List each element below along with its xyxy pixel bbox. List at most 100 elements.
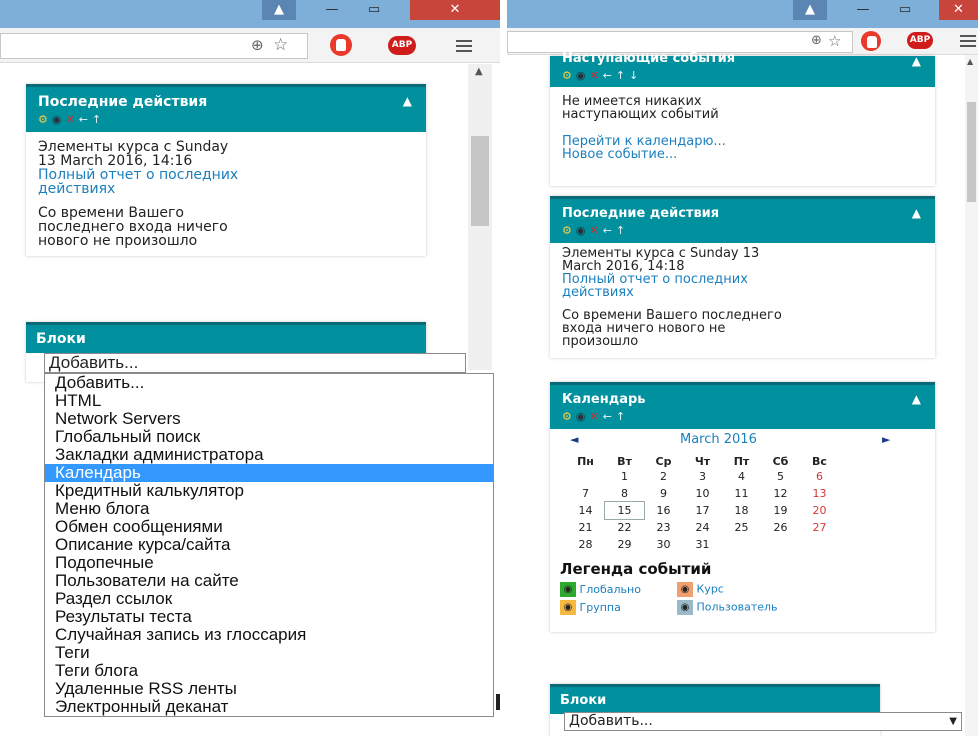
user-event-eye-icon[interactable]: ◉ — [677, 600, 693, 615]
calendar-day[interactable]: 2 — [644, 468, 683, 485]
delete-icon[interactable]: ✕ — [65, 113, 78, 126]
move-left-icon[interactable]: ← — [603, 69, 616, 82]
calendar-day[interactable]: 8 — [605, 485, 644, 502]
restore-button[interactable]: ▭ — [354, 0, 394, 20]
configure-icon[interactable]: ⚙ — [562, 69, 576, 82]
calendar-day[interactable]: 22 — [605, 519, 644, 536]
dropdown-option[interactable]: Электронный деканат — [45, 698, 493, 716]
calendar-day[interactable]: 17 — [683, 502, 722, 519]
next-month-icon[interactable]: ► — [882, 433, 890, 446]
move-left-icon[interactable]: ← — [603, 410, 616, 423]
calendar-day[interactable]: 30 — [644, 536, 683, 553]
dropdown-option[interactable]: Добавить... — [45, 374, 493, 392]
calendar-day[interactable]: 5 — [761, 468, 800, 485]
calendar-day[interactable]: 15 — [604, 501, 645, 520]
address-bar[interactable]: ⊕ ☆ — [0, 33, 308, 59]
calendar-day[interactable]: 27 — [800, 519, 839, 536]
dropdown-arrow-icon[interactable]: ▼ — [949, 713, 957, 730]
dropdown-option[interactable]: Network Servers — [45, 410, 493, 428]
hide-eye-icon[interactable]: ◉ — [52, 113, 66, 126]
configure-icon[interactable]: ⚙ — [562, 410, 576, 423]
dropdown-option[interactable]: Обмен сообщениями — [45, 518, 493, 536]
move-down-icon[interactable]: ↓ — [629, 69, 642, 82]
calendar-day[interactable]: 16 — [644, 502, 683, 519]
scroll-up-icon[interactable]: ▲ — [967, 57, 973, 66]
calendar-day[interactable]: 26 — [761, 519, 800, 536]
new-event-link[interactable]: Новое событие... — [562, 148, 923, 161]
full-report-link[interactable]: Полный отчет о последних действиях — [38, 168, 414, 196]
delete-icon[interactable]: ✕ — [589, 69, 602, 82]
zoom-icon[interactable]: ⊕ — [251, 36, 264, 54]
dropdown-option[interactable]: Теги — [45, 644, 493, 662]
calendar-day[interactable]: 3 — [683, 468, 722, 485]
calendar-day[interactable]: 21 — [566, 519, 605, 536]
collapse-icon[interactable]: ▲ — [912, 54, 921, 68]
scrollbar-thumb[interactable] — [967, 102, 976, 202]
dropdown-option[interactable]: Описание курса/сайта — [45, 536, 493, 554]
collapse-icon[interactable]: ▲ — [912, 206, 921, 220]
dropdown-option[interactable]: Пользователи на сайте — [45, 572, 493, 590]
full-report-link[interactable]: Полный отчет о последних действиях — [562, 273, 923, 299]
prev-month-icon[interactable]: ◄ — [570, 433, 578, 446]
calendar-day[interactable]: 31 — [683, 536, 722, 553]
dropdown-option[interactable]: Удаленные RSS ленты — [45, 680, 493, 698]
move-up-icon[interactable]: ↑ — [616, 69, 629, 82]
calendar-day[interactable]: 20 — [800, 502, 839, 519]
hamburger-menu-icon[interactable] — [960, 35, 976, 50]
adblock-stop-icon[interactable] — [861, 31, 881, 51]
calendar-day[interactable]: 14 — [566, 502, 605, 519]
hide-eye-icon[interactable]: ◉ — [576, 410, 590, 423]
abp-icon[interactable]: ABP — [388, 36, 416, 55]
dropdown-option[interactable]: Случайная запись из глоссария — [45, 626, 493, 644]
dropdown-option[interactable]: Календарь — [45, 464, 493, 482]
delete-icon[interactable]: ✕ — [589, 224, 602, 237]
calendar-month-title[interactable]: March 2016 — [680, 433, 757, 446]
calendar-day[interactable]: 12 — [761, 485, 800, 502]
move-left-icon[interactable]: ← — [79, 113, 92, 126]
minimize-button[interactable]: — — [843, 0, 883, 20]
calendar-day[interactable]: 19 — [761, 502, 800, 519]
collapse-icon[interactable]: ▲ — [912, 392, 921, 406]
dropdown-option[interactable]: Теги блога — [45, 662, 493, 680]
configure-icon[interactable]: ⚙ — [562, 224, 576, 237]
legend-user-link[interactable]: Пользователь — [697, 601, 778, 614]
calendar-day[interactable]: 10 — [683, 485, 722, 502]
address-bar[interactable]: ⊕ ☆ — [507, 31, 853, 53]
move-left-icon[interactable]: ← — [603, 224, 616, 237]
legend-group-link[interactable]: Группа — [580, 601, 674, 614]
add-block-dropdown-list[interactable]: Добавить... HTML Network Servers Глобальный… — [44, 373, 494, 717]
close-button[interactable]: ✕ — [410, 0, 500, 20]
abp-icon[interactable]: ABP — [907, 32, 933, 49]
restore-button[interactable]: ▭ — [885, 0, 925, 20]
calendar-day[interactable]: 23 — [644, 519, 683, 536]
global-event-eye-icon[interactable]: ◉ — [560, 582, 576, 597]
dropdown-option[interactable]: Кредитный калькулятор — [45, 482, 493, 500]
move-up-icon[interactable]: ↑ — [92, 113, 105, 126]
delete-icon[interactable]: ✕ — [589, 410, 602, 423]
star-icon[interactable]: ☆ — [828, 32, 841, 50]
zoom-icon[interactable]: ⊕ — [811, 33, 822, 48]
calendar-day[interactable]: 7 — [566, 485, 605, 502]
hide-eye-icon[interactable]: ◉ — [576, 69, 590, 82]
hamburger-menu-icon[interactable] — [456, 40, 472, 55]
calendar-day[interactable]: 13 — [800, 485, 839, 502]
add-block-select[interactable]: Добавить... — [44, 353, 466, 373]
dropdown-option[interactable]: Подопечные — [45, 554, 493, 572]
window-menu-button[interactable]: ▲ — [793, 0, 827, 20]
minimize-button[interactable]: — — [312, 0, 352, 20]
move-up-icon[interactable]: ↑ — [616, 224, 629, 237]
dropdown-option[interactable]: Раздел ссылок — [45, 590, 493, 608]
scrollbar-thumb[interactable] — [471, 136, 489, 226]
calendar-day[interactable]: 11 — [722, 485, 761, 502]
calendar-day[interactable]: 4 — [722, 468, 761, 485]
adblock-stop-icon[interactable] — [330, 34, 352, 56]
dropdown-option[interactable]: Результаты теста — [45, 608, 493, 626]
legend-course-link[interactable]: Курс — [697, 583, 724, 596]
calendar-day[interactable]: 9 — [644, 485, 683, 502]
calendar-day[interactable]: 6 — [800, 468, 839, 485]
legend-global-link[interactable]: Глобально — [580, 583, 674, 596]
vertical-scrollbar[interactable]: ▲ — [965, 55, 978, 736]
star-icon[interactable]: ☆ — [273, 35, 288, 55]
scroll-up-icon[interactable]: ▲ — [475, 66, 483, 77]
group-event-eye-icon[interactable]: ◉ — [560, 600, 576, 615]
